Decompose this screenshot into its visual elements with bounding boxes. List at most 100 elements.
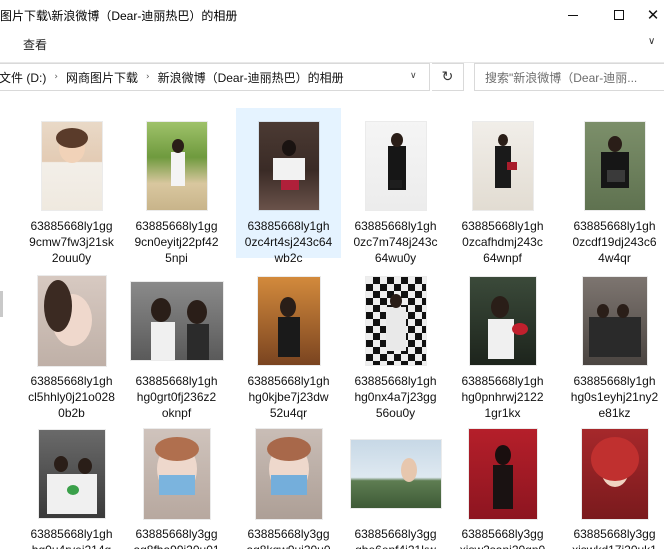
image-thumbnail	[584, 122, 645, 210]
file-name-line: 63885668ly3gg	[247, 527, 330, 541]
file-name-line: 9cn0eyitj22pf42	[134, 235, 219, 249]
maximize-icon	[614, 10, 624, 20]
file-item[interactable]: 63885668ly3ggag8kqw9uj20u0	[236, 416, 341, 549]
file-name-line: 63885668ly3gg	[573, 527, 656, 541]
image-thumbnail	[468, 429, 537, 519]
file-name: 63885668ly1ghhg0u4rvej214g	[19, 526, 124, 549]
file-item[interactable]: 63885668ly1gh 0zcafhdmj243c 64wnpf	[450, 108, 555, 265]
file-name: 63885668ly1gh 0zc7m748j243c 64wu0y	[343, 218, 448, 266]
image-thumbnail	[469, 277, 536, 365]
file-item[interactable]: 63885668ly1gh cl5hhly0j21o028 0b2b	[19, 263, 124, 420]
file-name-line: hg0pnhrwj2122	[461, 390, 544, 404]
file-name-line: 63885668ly1gh	[247, 219, 330, 233]
image-thumbnail	[37, 276, 106, 366]
file-name-line: 0zcafhdmj243c	[462, 235, 543, 249]
image-thumbnail	[143, 429, 210, 519]
image-thumbnail	[472, 122, 533, 210]
file-name-line: 63885668ly1gh	[135, 374, 218, 388]
refresh-icon: ↻	[441, 69, 454, 85]
file-name-line: 63885668ly1gg	[135, 219, 218, 233]
file-name: 63885668ly1gh hg0kjbe7j23dw 52u4qr	[236, 373, 341, 421]
file-name-line: 63885668ly3gg	[354, 527, 437, 541]
file-name-line: xisw2sanj20gn0	[450, 542, 555, 549]
image-thumbnail	[350, 440, 441, 508]
file-name: 63885668ly1gh hg0s1eyhj21ny2 e81kz	[562, 373, 664, 421]
file-item[interactable]: 63885668ly1gh hg0kjbe7j23dw 52u4qr	[236, 263, 341, 420]
file-name: 63885668ly1gh 0zc4rt4sj243c64 wb2c	[236, 218, 341, 266]
file-name-line: hg0grt0fj236z2	[136, 390, 217, 404]
file-name-line: hg0s1eyhj21ny2	[570, 390, 659, 404]
file-item[interactable]: 63885668ly1gh hg0nx4a7j23gg 56ou0y	[343, 263, 448, 420]
file-name: 63885668ly3gggbe6enf4j21kw	[343, 526, 448, 549]
file-name-line: 63885668ly1gh	[461, 374, 544, 388]
search-placeholder: 搜索"新浪微博（Dear-迪丽...	[485, 70, 638, 85]
file-name-line: 63885668ly1gh	[461, 219, 544, 233]
image-thumbnail	[38, 430, 105, 518]
scrollbar-thumb[interactable]	[0, 291, 3, 317]
file-name-line: 63885668ly1gh	[30, 374, 113, 388]
search-input[interactable]: 搜索"新浪微博（Dear-迪丽...	[474, 63, 664, 91]
address-row: 文件 (D:) › 网商图片下载 › 新浪微博（Dear-迪丽热巴）的相册 ∨ …	[0, 62, 664, 92]
file-name-line: gbe6enf4j21kw	[343, 542, 448, 549]
maximize-button[interactable]	[596, 0, 642, 30]
refresh-button[interactable]: ↻	[432, 63, 464, 91]
file-item[interactable]: 63885668ly1gh hg0pnhrwj2122 1gr1kx	[450, 263, 555, 420]
file-name-line: 63885668ly3gg	[461, 527, 544, 541]
file-name-line: 63885668ly1gh	[247, 374, 330, 388]
file-name-line: 63885668ly1gh	[30, 527, 113, 541]
file-name-line: ag8kqw9uj20u0	[236, 542, 341, 549]
file-name: 63885668ly3ggxisw2sanj20gn0	[450, 526, 555, 549]
file-name: 63885668ly1gg 9cn0eyitj22pf42 5npi	[124, 218, 229, 266]
file-name-line: xiswkd17j20uk1	[562, 542, 664, 549]
file-item[interactable]: 63885668ly1gg 9cmw7fw3j21sk 2ouu0y	[19, 108, 124, 265]
image-thumbnail	[258, 122, 319, 210]
file-item[interactable]: 63885668ly3ggag8fha99j20u01	[124, 416, 229, 549]
image-thumbnail	[255, 429, 322, 519]
file-name: 63885668ly1gh hg0grt0fj236z2 oknpf	[124, 373, 229, 421]
image-thumbnail	[41, 122, 102, 210]
address-dropdown-icon[interactable]: ∨	[410, 71, 417, 81]
chevron-right-icon[interactable]: ›	[146, 72, 150, 82]
image-thumbnail	[365, 277, 426, 365]
file-name: 63885668ly1gh hg0nx4a7j23gg 56ou0y	[343, 373, 448, 421]
close-button[interactable]: ✕	[642, 0, 664, 30]
file-name: 63885668ly1gh cl5hhly0j21o028 0b2b	[19, 373, 124, 421]
file-item[interactable]: 63885668ly1gh 0zc4rt4sj243c64 wb2c	[236, 108, 341, 265]
file-item[interactable]: 63885668ly1gh hg0grt0fj236z2 oknpf	[124, 263, 229, 420]
breadcrumb-current[interactable]: 新浪微博（Dear-迪丽热巴）的相册	[158, 69, 344, 86]
tab-view[interactable]: 查看	[23, 36, 47, 53]
file-item[interactable]: 63885668ly3ggxisw2sanj20gn0	[450, 416, 555, 549]
file-item[interactable]: 63885668ly1gh hg0s1eyhj21ny2 e81kz	[562, 263, 664, 420]
image-thumbnail	[365, 122, 426, 210]
close-icon: ✕	[646, 5, 660, 24]
file-item[interactable]: 63885668ly1gh 0zc7m748j243c 64wu0y	[343, 108, 448, 265]
file-name-line: 9cmw7fw3j21sk	[29, 235, 114, 249]
file-name: 63885668ly1gh 0zcafhdmj243c 64wnpf	[450, 218, 555, 266]
file-item[interactable]: 63885668ly1gg 9cn0eyitj22pf42 5npi	[124, 108, 229, 265]
ribbon-expand-icon[interactable]: ∨	[648, 36, 655, 47]
breadcrumb-drive[interactable]: 文件 (D:)	[0, 69, 46, 86]
file-name-line: 63885668ly1gg	[30, 219, 113, 233]
minimize-icon	[568, 14, 578, 16]
title-bar: 图片下载\新浪微博（Dear-迪丽热巴）的相册 ✕	[0, 0, 664, 30]
image-thumbnail	[146, 122, 207, 210]
file-name: 63885668ly1gh hg0pnhrwj2122 1gr1kx	[450, 373, 555, 421]
file-name-line: 63885668ly3gg	[135, 527, 218, 541]
chevron-right-icon[interactable]: ›	[54, 72, 58, 82]
file-item[interactable]: 63885668ly1ghhg0u4rvej214g	[19, 416, 124, 549]
minimize-button[interactable]	[550, 0, 596, 30]
address-bar[interactable]: 文件 (D:) › 网商图片下载 › 新浪微博（Dear-迪丽热巴）的相册	[0, 63, 430, 91]
file-name: 63885668ly3ggxiswkd17j20uk1	[562, 526, 664, 549]
breadcrumb-folder[interactable]: 网商图片下载	[66, 69, 138, 86]
window-title: 图片下载\新浪微博（Dear-迪丽热巴）的相册	[0, 9, 238, 23]
file-name-line: ag8fha99j20u01	[124, 542, 229, 549]
ribbon: 查看 ∨	[0, 30, 664, 58]
file-item[interactable]: 63885668ly1gh 0zcdf19dj243c6 4w4qr	[562, 108, 664, 265]
file-name-line: 63885668ly1gh	[354, 219, 437, 233]
file-name-line: cl5hhly0j21o028	[28, 390, 115, 404]
file-name-line: 0zc4rt4sj243c64	[244, 235, 333, 249]
file-name-line: 63885668ly1gh	[573, 219, 656, 233]
file-item[interactable]: 63885668ly3gggbe6enf4j21kw	[343, 416, 448, 549]
file-item[interactable]: 63885668ly3ggxiswkd17j20uk1	[562, 416, 664, 549]
file-name: 63885668ly3ggag8fha99j20u01	[124, 526, 229, 549]
